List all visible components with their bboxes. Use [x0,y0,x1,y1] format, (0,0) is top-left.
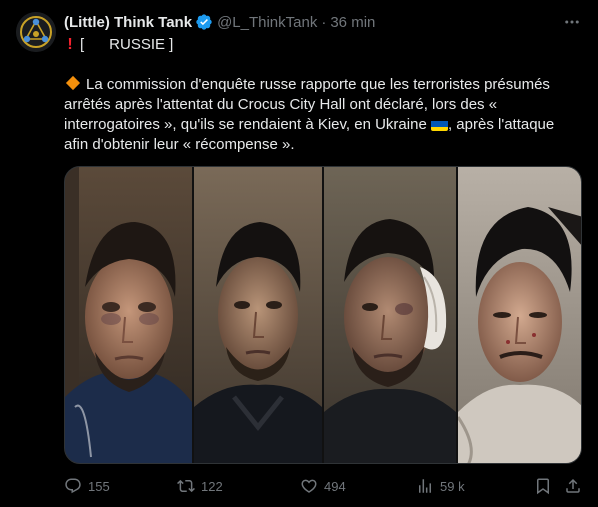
timestamp[interactable]: 36 min [330,14,375,31]
think-tank-logo [16,12,56,52]
russia-flag-icon [88,39,105,51]
tweet-photo[interactable] [64,166,582,464]
action-bar: 155 122 494 59 k [64,476,584,496]
bookmark-icon [537,478,549,495]
russie-label: RUSSIE ] [109,36,174,53]
views-button[interactable]: 59 k [416,476,465,496]
tweet-header: (Little) Think Tank @L_ThinkTank · 36 mi… [64,12,375,32]
photo-panel-2 [194,167,322,463]
bookmark-button[interactable] [534,476,552,496]
avatar[interactable] [16,12,56,52]
like-count: 494 [324,478,346,494]
photo-panel-4 [458,167,581,463]
share-icon [566,478,580,493]
like-button[interactable]: 494 [300,476,346,496]
verified-badge-icon [195,13,213,31]
reply-icon [65,478,81,494]
author-name[interactable]: (Little) Think Tank [64,14,192,31]
tweet-line-russie: ! [ RUSSIE ] [64,35,584,55]
photo-panel-1 [65,167,192,463]
bracket-open: [ [80,36,85,53]
repost-icon [177,479,195,493]
photo-panel-3 [324,167,456,463]
ukraine-flag-icon [430,119,448,131]
views-chart-icon [419,479,431,493]
exclamation-icon: ! [67,36,73,53]
tweet-body: La commission d'enquête russe rapporte q… [64,75,584,155]
share-button[interactable] [564,476,582,496]
tweet[interactable]: (Little) Think Tank @L_ThinkTank · 36 mi… [0,0,598,507]
repost-count: 122 [201,478,223,494]
repost-button[interactable]: 122 [177,476,223,496]
more-icon[interactable] [560,12,584,32]
reply-button[interactable]: 155 [64,476,110,496]
views-count: 59 k [440,478,465,494]
heart-icon [301,479,317,493]
reply-count: 155 [88,478,110,494]
separator: · [321,13,327,31]
orange-diamond-icon [65,75,81,91]
author-handle[interactable]: @L_ThinkTank [217,14,317,31]
